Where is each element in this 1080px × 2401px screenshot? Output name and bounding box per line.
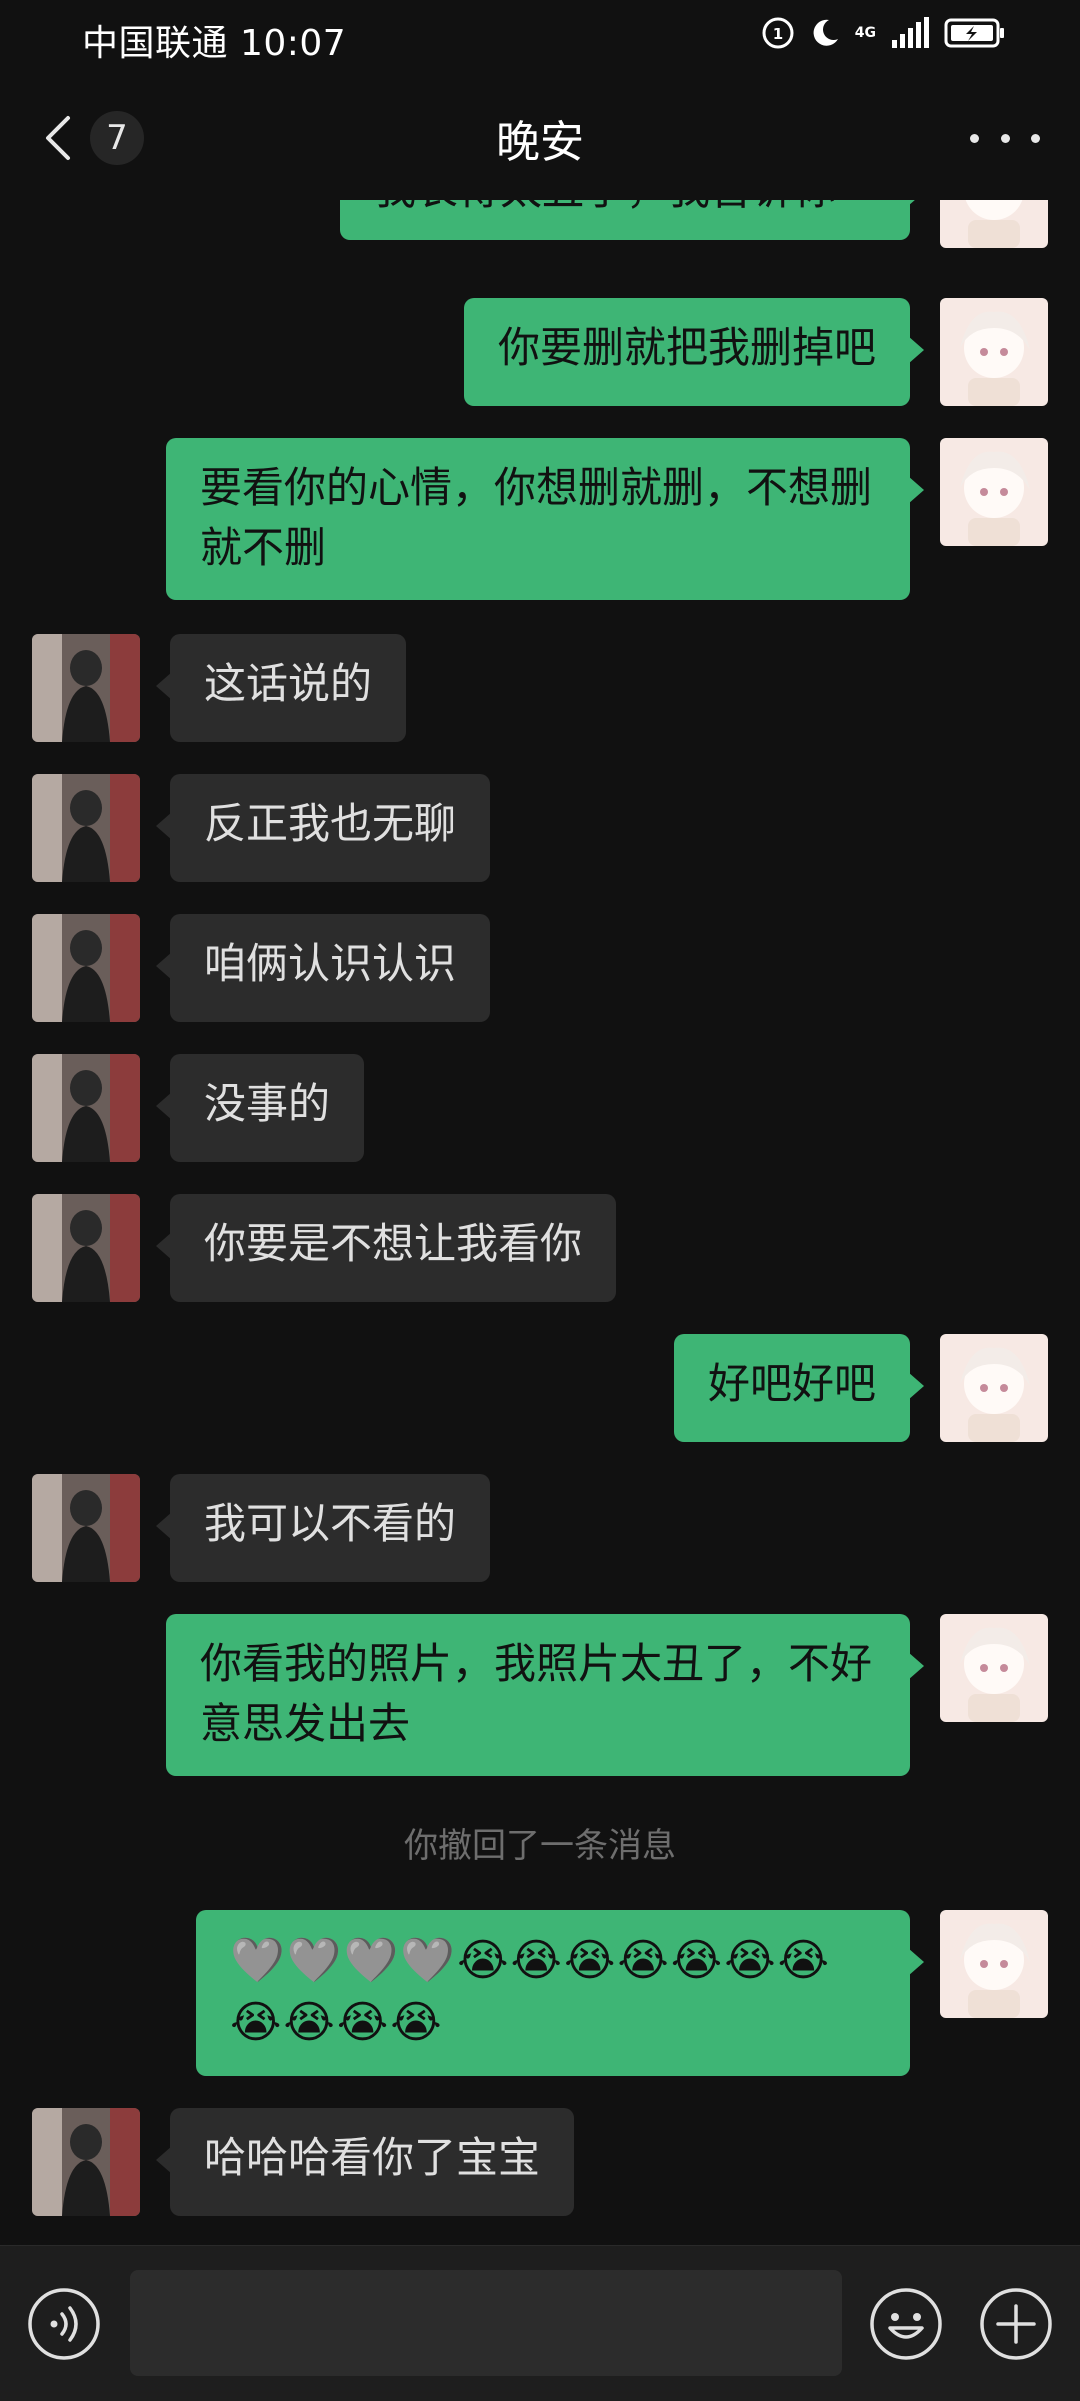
voice-input-button[interactable] bbox=[26, 2286, 102, 2362]
contact-avatar[interactable] bbox=[32, 1474, 140, 1582]
svg-text:1: 1 bbox=[773, 25, 783, 43]
message-bubble-incoming[interactable]: 咱俩认识认识 bbox=[155, 914, 491, 1022]
message-input[interactable] bbox=[130, 2270, 842, 2376]
more-options-button[interactable] bbox=[970, 116, 1040, 160]
message-bubble-outgoing[interactable]: 你看我的照片，我照片太丑了，不好意思发出去 bbox=[166, 1614, 924, 1776]
message-bubble-incoming[interactable]: 这话说的 bbox=[155, 634, 407, 742]
plus-icon bbox=[980, 2288, 1052, 2360]
my-avatar[interactable] bbox=[940, 438, 1048, 546]
network-type: 4G bbox=[854, 25, 876, 41]
contact-avatar[interactable] bbox=[32, 634, 140, 742]
carrier-time: 中国联通 10:07 bbox=[82, 23, 347, 64]
message-bubble-outgoing-emoji[interactable]: 🩶🩶🩶🩶😭😭😭😭😭😭😭😭😭😭😭 bbox=[196, 1910, 924, 2076]
message-bubble-incoming[interactable]: 我可以不看的 bbox=[155, 1474, 491, 1582]
contact-avatar[interactable] bbox=[32, 2108, 140, 2216]
status-icons: 1 4G bbox=[761, 16, 1006, 50]
emoji-button[interactable] bbox=[868, 2286, 944, 2362]
hd-call-icon: 1 bbox=[762, 17, 794, 49]
my-avatar[interactable] bbox=[940, 1334, 1048, 1442]
my-avatar[interactable] bbox=[940, 1614, 1048, 1722]
my-avatar[interactable] bbox=[940, 1910, 1048, 2018]
moon-icon bbox=[813, 19, 838, 46]
more-dots-icon bbox=[970, 133, 979, 143]
unread-count-badge: 7 bbox=[90, 111, 144, 165]
battery-icon bbox=[944, 18, 1004, 48]
message-bubble-incoming[interactable]: 反正我也无聊 bbox=[155, 774, 491, 882]
message-bubble-outgoing[interactable]: 你要删就把我删掉吧 bbox=[463, 298, 925, 406]
status-bar: 中国联通 10:07 1 4G bbox=[0, 0, 1080, 76]
input-bar bbox=[0, 2245, 1080, 2401]
contact-avatar[interactable] bbox=[32, 1194, 140, 1302]
message-bubble-incoming[interactable]: 哈哈哈看你了宝宝 bbox=[155, 2108, 575, 2216]
contact-avatar[interactable] bbox=[32, 774, 140, 882]
message-bubble-outgoing[interactable]: 好吧好吧 bbox=[673, 1334, 925, 1442]
message-bubble-outgoing[interactable]: 要看你的心情，你想删就删，不想删就不删 bbox=[166, 438, 924, 600]
chat-header: 7 晚安 bbox=[0, 76, 1080, 200]
message-bubble-outgoing[interactable]: 我长得太丑了，我告诉你 bbox=[340, 200, 924, 240]
message-bubble-incoming[interactable]: 你要是不想让我看你 bbox=[155, 1194, 617, 1302]
signal-icon bbox=[892, 17, 929, 48]
back-button[interactable]: 7 bbox=[40, 106, 160, 170]
contact-avatar[interactable] bbox=[32, 1054, 140, 1162]
message-list[interactable]: 我长得太丑了，我告诉你 你要删就把我删掉吧 bbox=[0, 200, 1080, 2245]
voice-icon bbox=[28, 2288, 100, 2360]
chevron-left-icon bbox=[46, 116, 70, 160]
message-bubble-incoming[interactable]: 没事的 bbox=[155, 1054, 365, 1162]
my-avatar[interactable] bbox=[940, 200, 1048, 248]
my-avatar[interactable] bbox=[940, 298, 1048, 406]
chat-title: 晚安 bbox=[496, 117, 584, 168]
recall-notice: 你撤回了一条消息 bbox=[404, 1826, 676, 1866]
emoji-icon bbox=[870, 2288, 942, 2360]
more-functions-button[interactable] bbox=[978, 2286, 1054, 2362]
contact-avatar[interactable] bbox=[32, 914, 140, 1022]
